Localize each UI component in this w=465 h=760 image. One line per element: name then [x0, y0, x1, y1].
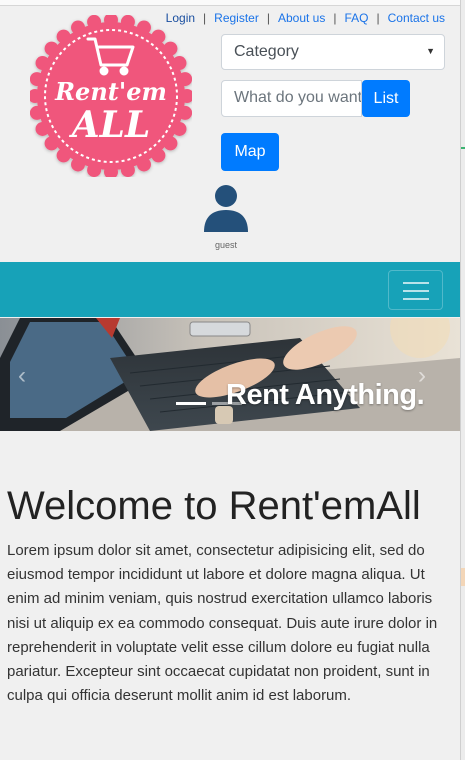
top-border [0, 0, 460, 6]
carousel-indicator-active[interactable] [176, 402, 206, 405]
category-select-value: Category [234, 43, 299, 60]
top-links: Login | Register | About us | FAQ | Contact us [166, 11, 445, 25]
hamburger-icon [403, 290, 429, 292]
page: Login | Register | About us | FAQ | Contact us R… [0, 0, 460, 760]
edge-mark [461, 147, 465, 149]
logo-badge: Rent'em ALL [30, 15, 192, 177]
user-avatar-icon[interactable] [203, 184, 249, 232]
search-placeholder: What do you want [234, 89, 362, 106]
carousel-prev-icon[interactable]: ‹ [18, 362, 26, 390]
separator: | [266, 11, 270, 25]
category-select[interactable]: Category ▼ [221, 34, 445, 70]
background-window-edge [460, 0, 465, 760]
menu-toggle-button[interactable] [388, 270, 443, 310]
list-button[interactable]: List [362, 80, 410, 117]
carousel-caption: Rent Anything. [226, 379, 425, 411]
register-link[interactable]: Register [214, 11, 259, 25]
about-us-link[interactable]: About us [278, 11, 325, 25]
chevron-down-icon: ▼ [426, 46, 435, 56]
contact-us-link[interactable]: Contact us [388, 11, 445, 25]
separator: | [333, 11, 337, 25]
separator: | [203, 11, 207, 25]
carousel-image [0, 318, 460, 431]
intro-paragraph: Lorem ipsum dolor sit amet, consectetur … [7, 542, 438, 705]
page-title: Welcome to Rent'emAll [7, 484, 421, 528]
logo-text-line1: Rent'em [54, 77, 167, 106]
separator: | [376, 11, 380, 25]
username-label: guest [214, 240, 238, 250]
hamburger-icon [403, 298, 429, 300]
hamburger-icon [403, 282, 429, 284]
search-input[interactable]: What do you want [221, 80, 362, 117]
site-logo[interactable]: Rent'em ALL [30, 15, 192, 177]
logo-text-line2: ALL [69, 104, 151, 146]
faq-link[interactable]: FAQ [344, 11, 368, 25]
hero-carousel[interactable] [0, 318, 460, 431]
edge-mark [461, 568, 465, 586]
map-button[interactable]: Map [221, 133, 279, 171]
